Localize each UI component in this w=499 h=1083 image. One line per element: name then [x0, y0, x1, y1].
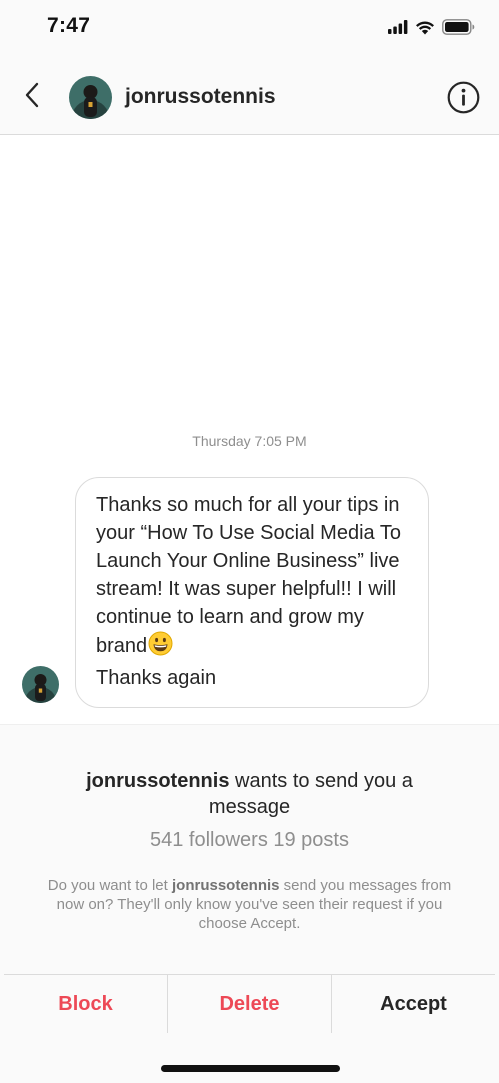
request-desc-username: jonrussotennis	[171, 877, 280, 894]
request-description: Do you want to let jonrussotennis send y…	[40, 876, 459, 933]
profile-photo-icon	[69, 76, 112, 119]
wifi-icon	[416, 21, 434, 34]
chat-header: jonrussotennis	[0, 54, 499, 135]
request-title-text: wants to send you a message	[208, 770, 413, 818]
status-bar: 7:47	[0, 0, 499, 54]
header-username[interactable]: jonrussotennis	[125, 85, 276, 109]
back-button[interactable]	[17, 80, 47, 110]
status-time: 7:47	[47, 14, 91, 37]
info-icon	[447, 81, 480, 114]
message-request-panel: jonrussotennis wants to send you a messa…	[0, 724, 499, 1083]
info-button[interactable]	[447, 81, 480, 114]
status-icons	[388, 17, 475, 37]
chevron-left-icon	[25, 82, 39, 108]
message-thread: Thursday 7:05 PM Thanks so much for all …	[0, 135, 499, 724]
message-text-tail: Thanks again	[96, 667, 217, 689]
avatar[interactable]	[69, 76, 112, 119]
profile-photo-icon	[22, 666, 59, 703]
request-username: jonrussotennis	[86, 770, 230, 792]
request-actions: Block Delete Accept	[4, 974, 495, 1033]
delete-button[interactable]: Delete	[167, 975, 331, 1033]
request-title: jonrussotennis wants to send you a messa…	[60, 768, 439, 820]
message-bubble[interactable]: Thanks so much for all your tips in your…	[75, 477, 429, 708]
request-stats: 541 followers 19 posts	[149, 829, 349, 851]
signal-icon	[388, 20, 408, 34]
request-desc-prefix: Do you want to let	[47, 877, 172, 894]
message-text: Thanks so much for all your tips in your…	[96, 494, 401, 657]
sender-avatar[interactable]	[22, 666, 59, 703]
grinning-face-emoji-icon	[148, 631, 173, 664]
accept-button[interactable]: Accept	[331, 975, 495, 1033]
home-indicator[interactable]	[161, 1065, 340, 1072]
message-timestamp: Thursday 7:05 PM	[192, 433, 307, 449]
battery-icon	[442, 19, 475, 35]
dm-request-screen: 7:47 jonrussotennis Thursday 7:05 PM Tha…	[0, 0, 499, 1083]
block-button[interactable]: Block	[4, 975, 167, 1033]
